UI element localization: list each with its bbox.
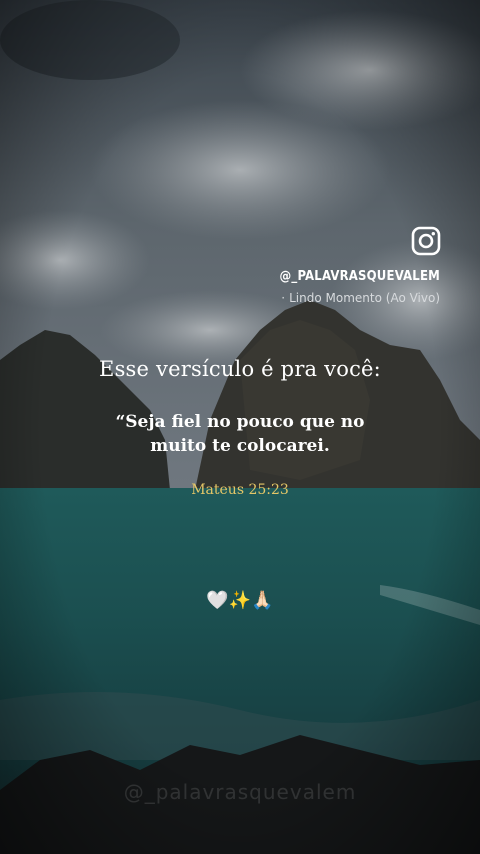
instagram-icon[interactable]: [410, 225, 442, 257]
verse-line-1: “Seja fiel no pouco que no: [115, 412, 365, 432]
emoji-row: 🤍✨🙏🏻: [206, 590, 274, 611]
music-dot-icon: ·: [281, 291, 286, 305]
verse-line-2: muito te colocarei.: [150, 436, 330, 456]
song-title: · Lindo Momento (Ao Vivo): [281, 291, 440, 305]
watermark: @_palavrasquevalem: [123, 780, 357, 804]
verse-reference: Mateus 25:23: [191, 482, 289, 498]
verse-text: “Seja fiel no pouco que no muito te colo…: [100, 410, 380, 458]
song-title-text: Lindo Momento (Ao Vivo): [289, 291, 440, 305]
lead-text: Esse versículo é pra você:: [99, 357, 381, 381]
instagram-handle[interactable]: @_PALAVRASQUEVALEM: [280, 269, 440, 284]
